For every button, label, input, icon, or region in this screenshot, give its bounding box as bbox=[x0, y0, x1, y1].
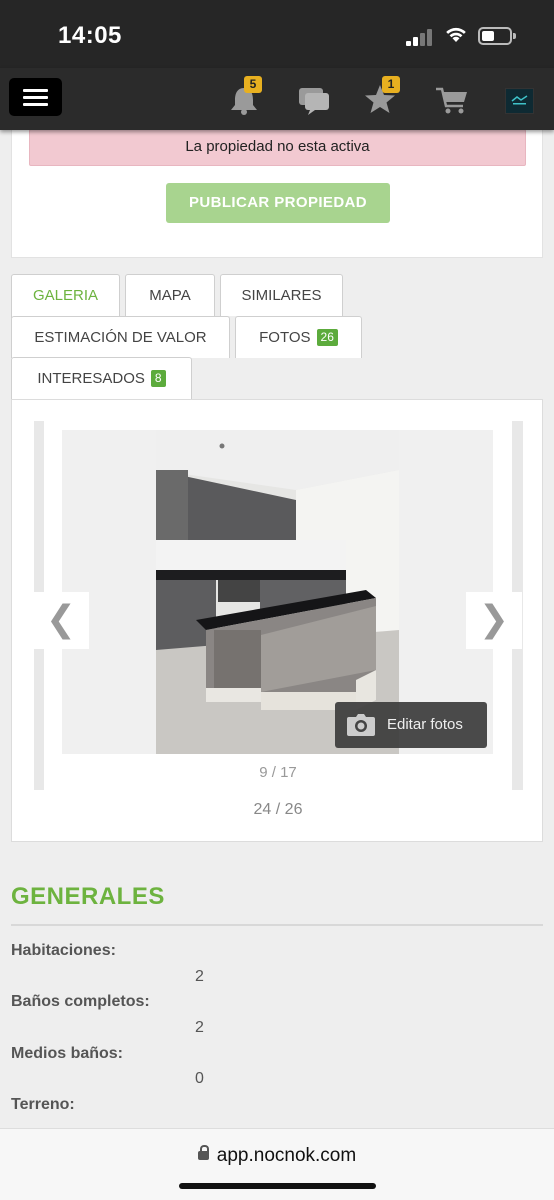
interesados-count-badge: 8 bbox=[150, 370, 166, 387]
favorites-badge: 1 bbox=[382, 76, 400, 93]
chat-icon bbox=[299, 88, 329, 115]
app-header: 5 1 bbox=[0, 68, 554, 130]
status-bar: 14:05 bbox=[0, 0, 554, 68]
browser-address-bar[interactable]: app.nocnok.com bbox=[0, 1128, 554, 1200]
spec-label-terreno: Terreno: bbox=[11, 1096, 75, 1113]
section-divider bbox=[11, 924, 543, 926]
url-display[interactable]: app.nocnok.com bbox=[0, 1145, 554, 1167]
cart-button[interactable] bbox=[432, 78, 472, 118]
notifications-badge: 5 bbox=[244, 76, 262, 93]
tab-estimacion-de-valor[interactable]: ESTIMACIÓN DE VALOR bbox=[11, 316, 230, 358]
favorites-button[interactable]: 1 bbox=[362, 76, 402, 118]
spec-label-habitaciones: Habitaciones: bbox=[11, 942, 116, 959]
property-status-card: La propiedad no esta activa PUBLICAR PRO… bbox=[11, 110, 543, 258]
gallery-panel: ❮ ❯ Editar fotos 9 / 17 24 / 26 bbox=[11, 399, 543, 842]
inner-photo-counter: 9 / 17 bbox=[259, 764, 297, 781]
spec-label-medios-banos: Medios baños: bbox=[11, 1045, 124, 1062]
wifi-icon bbox=[446, 27, 466, 42]
edit-photos-button[interactable]: Editar fotos bbox=[335, 702, 487, 748]
chevron-left-icon: ❮ bbox=[45, 598, 77, 639]
tab-mapa[interactable]: MAPA bbox=[125, 274, 215, 316]
prev-photo-button[interactable]: ❮ bbox=[33, 592, 89, 649]
home-indicator[interactable] bbox=[179, 1183, 376, 1189]
chevron-right-icon: ❯ bbox=[478, 598, 510, 639]
edit-photos-label: Editar fotos bbox=[387, 716, 463, 733]
spec-value-medios-banos: 0 bbox=[195, 1070, 204, 1087]
hamburger-menu-button[interactable] bbox=[9, 78, 62, 116]
outer-photo-counter: 24 / 26 bbox=[253, 801, 303, 818]
logo-icon bbox=[511, 95, 528, 105]
publish-property-button[interactable]: PUBLICAR PROPIEDAD bbox=[166, 183, 390, 223]
status-time: 14:05 bbox=[58, 22, 122, 49]
tab-interesados[interactable]: INTERESADOS 8 bbox=[11, 357, 192, 399]
fotos-count-badge: 26 bbox=[316, 329, 338, 346]
cellular-signal-icon bbox=[406, 28, 434, 46]
lock-icon bbox=[197, 1145, 209, 1160]
battery-icon bbox=[478, 27, 516, 45]
spec-value-habitaciones: 2 bbox=[195, 968, 204, 985]
messages-button[interactable] bbox=[294, 78, 334, 118]
company-logo[interactable] bbox=[505, 88, 534, 114]
spec-label-banos-completos: Baños completos: bbox=[11, 993, 150, 1010]
cart-icon bbox=[436, 87, 467, 114]
notifications-button[interactable]: 5 bbox=[224, 76, 264, 118]
inactive-alert: La propiedad no esta activa bbox=[29, 129, 526, 166]
spec-value-banos-completos: 2 bbox=[195, 1019, 204, 1036]
url-text: app.nocnok.com bbox=[216, 1145, 357, 1166]
generales-title: GENERALES bbox=[11, 883, 165, 910]
tab-galeria[interactable]: GALERIA bbox=[11, 274, 120, 318]
tab-similares[interactable]: SIMILARES bbox=[220, 274, 343, 316]
next-photo-button[interactable]: ❯ bbox=[466, 592, 522, 649]
tab-fotos[interactable]: FOTOS 26 bbox=[235, 316, 362, 358]
camera-icon bbox=[347, 714, 375, 736]
